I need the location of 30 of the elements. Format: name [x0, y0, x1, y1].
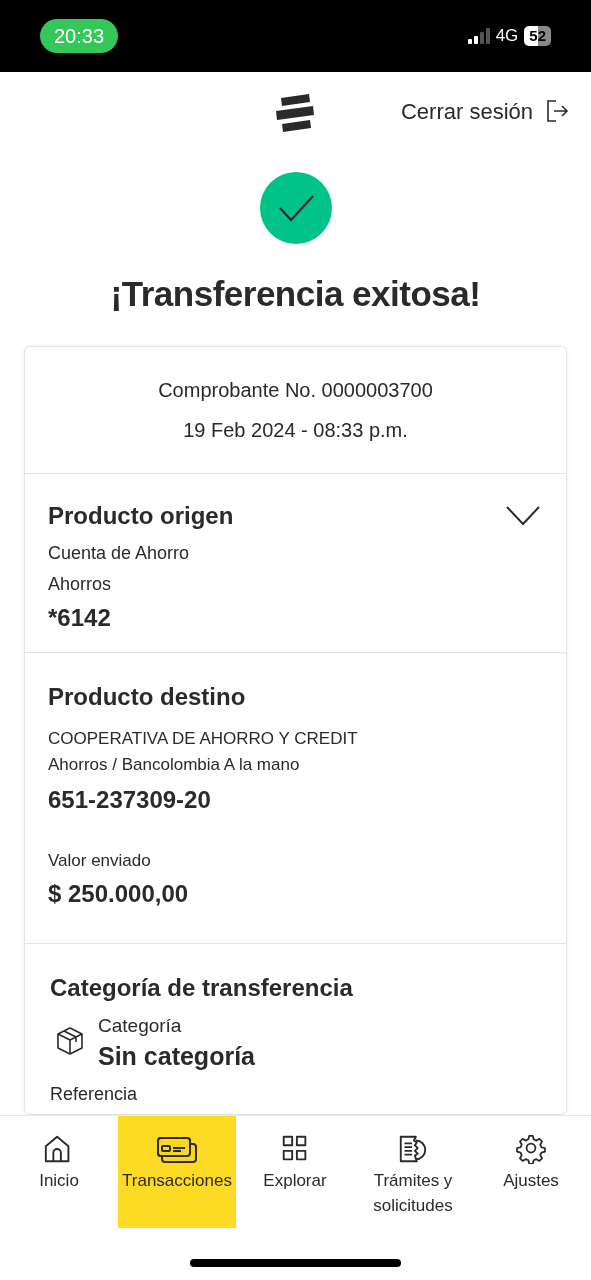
reference-label: Referencia	[50, 1082, 139, 1106]
receipt-date: 19 Feb 2024 - 08:33 p.m.	[183, 418, 408, 443]
network-label: 4G	[495, 25, 519, 48]
receipt-number: Comprobante No. 0000003700	[158, 378, 433, 403]
box-icon	[56, 1026, 84, 1057]
account-detail: Cuenta de Ahorro	[48, 542, 191, 565]
account-number: *6142	[48, 603, 112, 633]
section-title: Producto destino	[48, 682, 247, 712]
clock: 20:33	[40, 19, 119, 53]
amount-label: Valor enviado	[48, 850, 152, 872]
category-value: Sin categoría	[98, 1040, 255, 1071]
signal-icon	[467, 28, 490, 44]
logout-button[interactable]: Cerrar sesión	[400, 94, 569, 128]
section-title: Categoría de transferencia	[50, 973, 354, 1003]
battery-level: 52	[524, 26, 551, 46]
success-check-icon	[259, 172, 332, 244]
account-detail: COOPERATIVA DE AHORRO Y CREDIT	[48, 728, 359, 750]
logo-icon	[275, 94, 315, 132]
category-label: Categoría	[98, 1014, 183, 1038]
amount-value: $ 250.000,00	[48, 878, 190, 909]
success-title: ¡Transferencia exitosa!	[109, 273, 482, 315]
card-icon	[156, 1134, 198, 1164]
section-title: Producto origen	[48, 501, 234, 531]
account-detail: Ahorros	[48, 573, 113, 596]
document-icon	[397, 1134, 429, 1164]
account-number: 651-237309-20	[48, 785, 212, 815]
account-detail: Ahorros / Bancolombia A la mano	[48, 754, 301, 776]
settings-icon	[515, 1134, 547, 1164]
nav-tab[interactable]: Transacciones	[118, 1116, 236, 1228]
logout-icon	[545, 99, 569, 123]
